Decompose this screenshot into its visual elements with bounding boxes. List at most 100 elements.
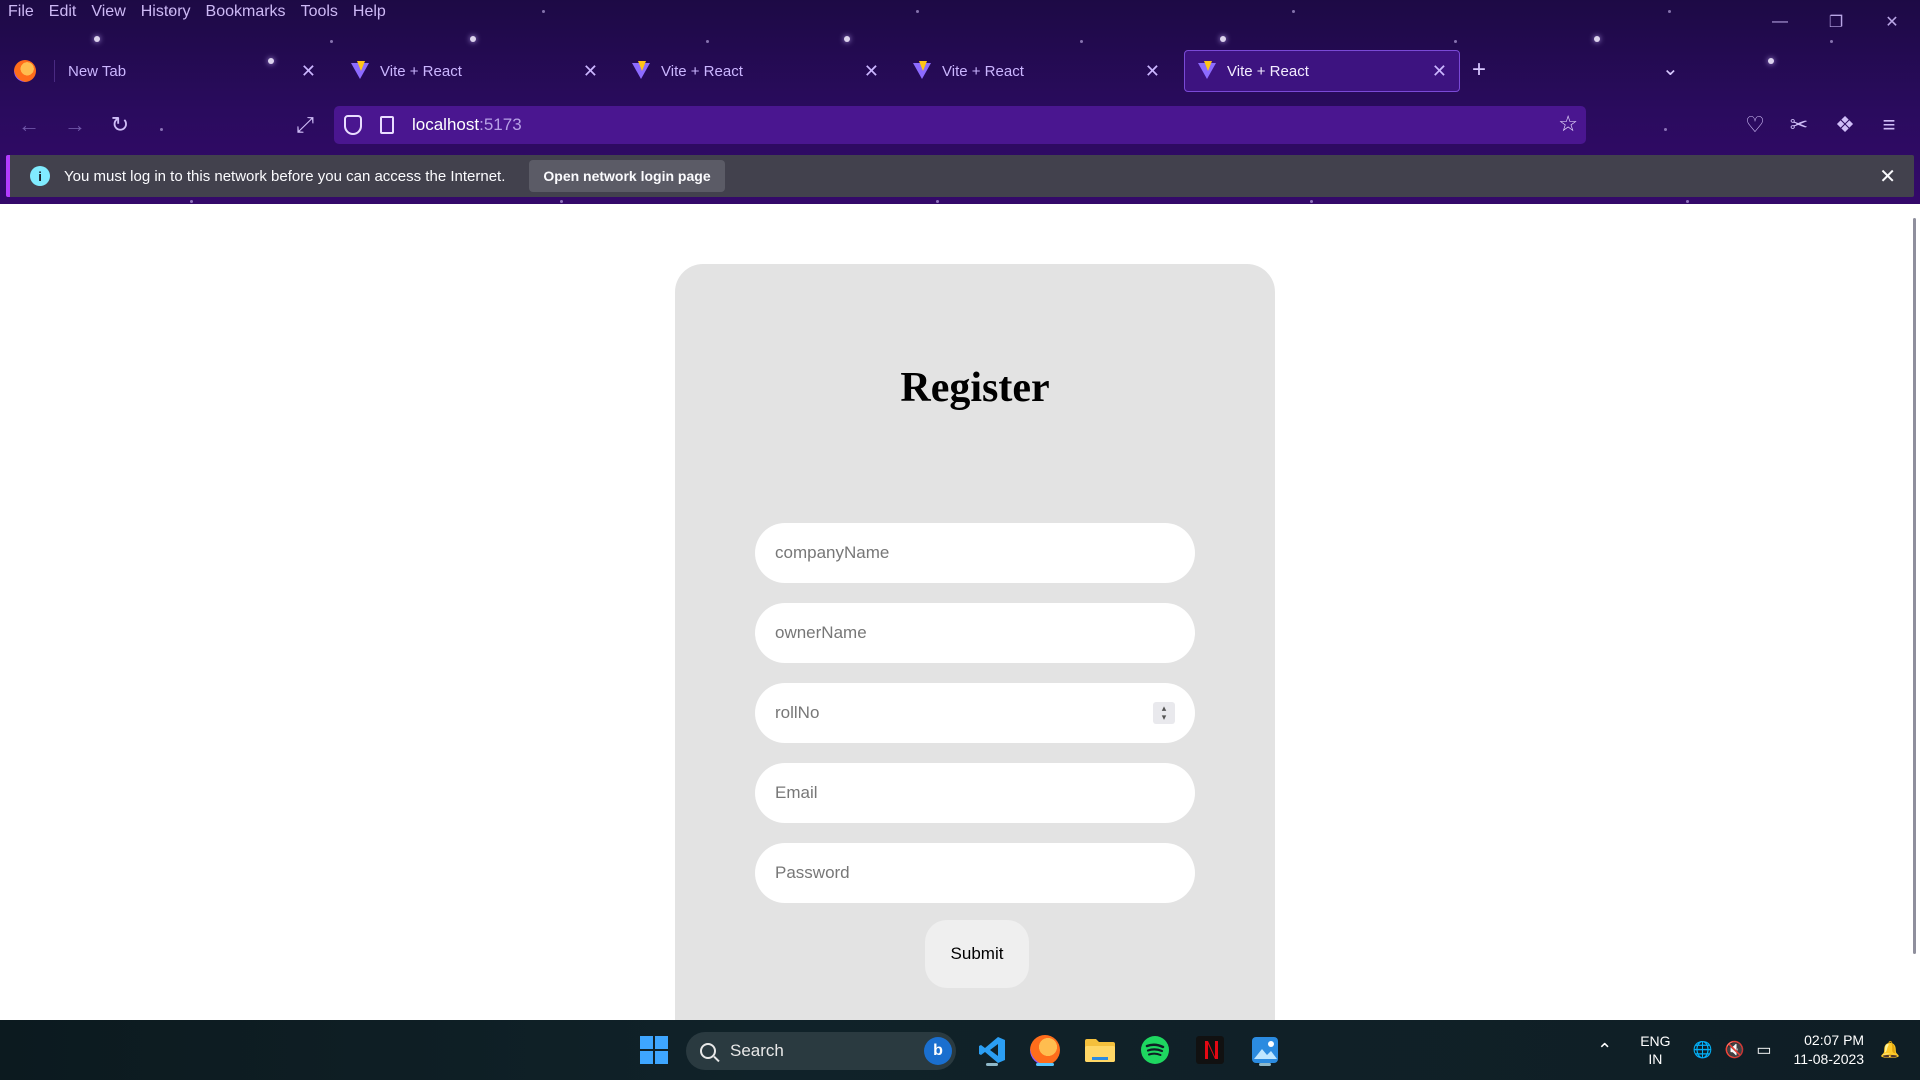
theme-star [1080,40,1083,43]
theme-star [844,36,850,42]
hamburger-menu-icon[interactable]: ≡ [1872,108,1906,142]
taskbar-clock[interactable]: 02:07 PM 11-08-2023 [1794,1031,1865,1069]
firefox-view-icon[interactable] [14,60,36,82]
page-content: Register ▴▾ Submit [0,204,1920,1020]
input-language-indicator[interactable]: ENG IN [1640,1032,1670,1068]
new-tab-plus-icon[interactable]: + [1472,56,1486,84]
info-icon: i [30,166,50,186]
tab-vite-react-active[interactable]: Vite + React ✕ [1184,50,1460,92]
tab-title: Vite + React [942,62,1024,80]
bing-icon[interactable]: b [924,1037,952,1065]
firefox-taskbar-icon[interactable] [1025,1030,1065,1070]
submit-button[interactable]: Submit [925,920,1029,988]
page-scrollbar[interactable] [1913,218,1916,954]
menu-help[interactable]: Help [353,3,386,21]
theme-star [916,10,919,13]
open-network-login-button[interactable]: Open network login page [529,160,725,192]
photos-icon [1252,1037,1278,1063]
number-spinner-icon[interactable]: ▴ ▾ [1153,702,1175,724]
reload-icon[interactable]: ↻ [103,108,137,142]
extensions-icon[interactable]: ❖ [1828,108,1862,142]
battery-icon[interactable]: ▭ [1756,1040,1771,1060]
screenshot-icon[interactable]: ✂ [1782,108,1816,142]
list-all-tabs-chevron-icon[interactable]: ⌄ [1662,56,1679,81]
photos-taskbar-icon[interactable] [1245,1030,1285,1070]
close-tab-icon[interactable]: ✕ [1145,61,1160,82]
clock-time: 02:07 PM [1804,1032,1865,1048]
menu-edit[interactable]: Edit [49,3,77,21]
taskbar-search[interactable]: Search b [686,1032,956,1070]
password-field[interactable] [755,843,1195,903]
spotify-taskbar-icon[interactable] [1135,1030,1175,1070]
bookmark-star-icon[interactable]: ☆ [1558,111,1578,137]
forward-arrow-icon[interactable]: → [58,108,92,142]
back-arrow-icon[interactable]: ← [12,108,46,142]
url-text[interactable]: localhost:5173 [412,115,522,135]
close-window-icon[interactable]: ✕ [1864,0,1920,44]
minimize-icon[interactable]: — [1752,0,1808,44]
address-bar[interactable]: localhost:5173 ☆ [334,106,1586,144]
theme-star [470,36,476,42]
owner-name-input[interactable] [775,623,1135,643]
theme-star [1686,200,1689,203]
close-tab-icon[interactable]: ✕ [301,61,316,82]
email-field[interactable] [755,763,1195,823]
company-name-field[interactable] [755,523,1195,583]
menu-tools[interactable]: Tools [301,3,338,21]
netflix-taskbar-icon[interactable] [1190,1030,1230,1070]
restore-icon[interactable]: ❐ [1808,0,1864,44]
close-tab-icon[interactable]: ✕ [1432,61,1447,82]
close-notification-icon[interactable]: ✕ [1879,164,1896,189]
tab-title: Vite + React [1227,62,1309,80]
close-tab-icon[interactable]: ✕ [864,61,879,82]
running-indicator [1259,1063,1271,1066]
navigation-toolbar: ← → ↻ ⤢ localhost:5173 ☆ ♡ ✂ ❖ ≡ [0,100,1920,150]
show-hidden-icons-chevron-icon[interactable]: ⌃ [1597,1040,1612,1061]
theme-star [542,10,545,13]
netflix-icon [1196,1036,1224,1064]
search-icon [700,1043,716,1059]
roll-no-input[interactable] [775,703,1135,723]
volume-muted-icon[interactable]: 🔇 [1724,1040,1744,1060]
notifications-bell-icon[interactable]: 🔔 [1880,1040,1900,1060]
theme-star [94,36,100,42]
vite-icon [350,61,370,81]
password-input[interactable] [775,863,1135,883]
tab-new-tab[interactable]: New Tab ✕ [56,50,328,92]
firefox-icon [1030,1035,1060,1065]
vite-icon [912,61,932,81]
fullscreen-expand-icon[interactable]: ⤢ [288,108,322,142]
clock-date: 11-08-2023 [1793,1051,1865,1067]
tracking-protection-shield-icon[interactable] [344,115,362,135]
menu-file[interactable]: File [8,3,34,21]
menu-history[interactable]: History [141,3,191,21]
roll-no-field[interactable]: ▴▾ [755,683,1195,743]
vscode-taskbar-icon[interactable] [972,1030,1012,1070]
tab-title: Vite + React [380,62,462,80]
windows-taskbar: Search b ⌃ ENG IN 🌐 🔇 ▭ 02:07 PM 11-08-2… [0,1020,1920,1080]
tab-vite-react-2[interactable]: Vite + React ✕ [619,50,891,92]
company-name-input[interactable] [775,543,1135,563]
theme-star [560,200,563,203]
email-input[interactable] [775,783,1135,803]
region-code: IN [1648,1051,1663,1067]
theme-star [1220,36,1226,42]
theme-star [1594,36,1600,42]
tab-vite-react-3[interactable]: Vite + React ✕ [900,50,1172,92]
page-info-icon[interactable] [380,116,394,134]
close-tab-icon[interactable]: ✕ [583,61,598,82]
start-button[interactable] [634,1030,674,1070]
network-globe-icon[interactable]: 🌐 [1693,1040,1713,1060]
file-explorer-taskbar-icon[interactable] [1080,1030,1120,1070]
vite-icon [1197,61,1217,81]
theme-star [1454,40,1457,43]
active-indicator [1036,1063,1054,1066]
theme-star [1292,10,1295,13]
vite-icon [631,61,651,81]
owner-name-field[interactable] [755,603,1195,663]
menu-bookmarks[interactable]: Bookmarks [206,3,286,21]
menu-view[interactable]: View [91,3,125,21]
pocket-icon[interactable]: ♡ [1738,108,1772,142]
tab-separator [54,60,55,82]
tab-vite-react-1[interactable]: Vite + React ✕ [338,50,610,92]
